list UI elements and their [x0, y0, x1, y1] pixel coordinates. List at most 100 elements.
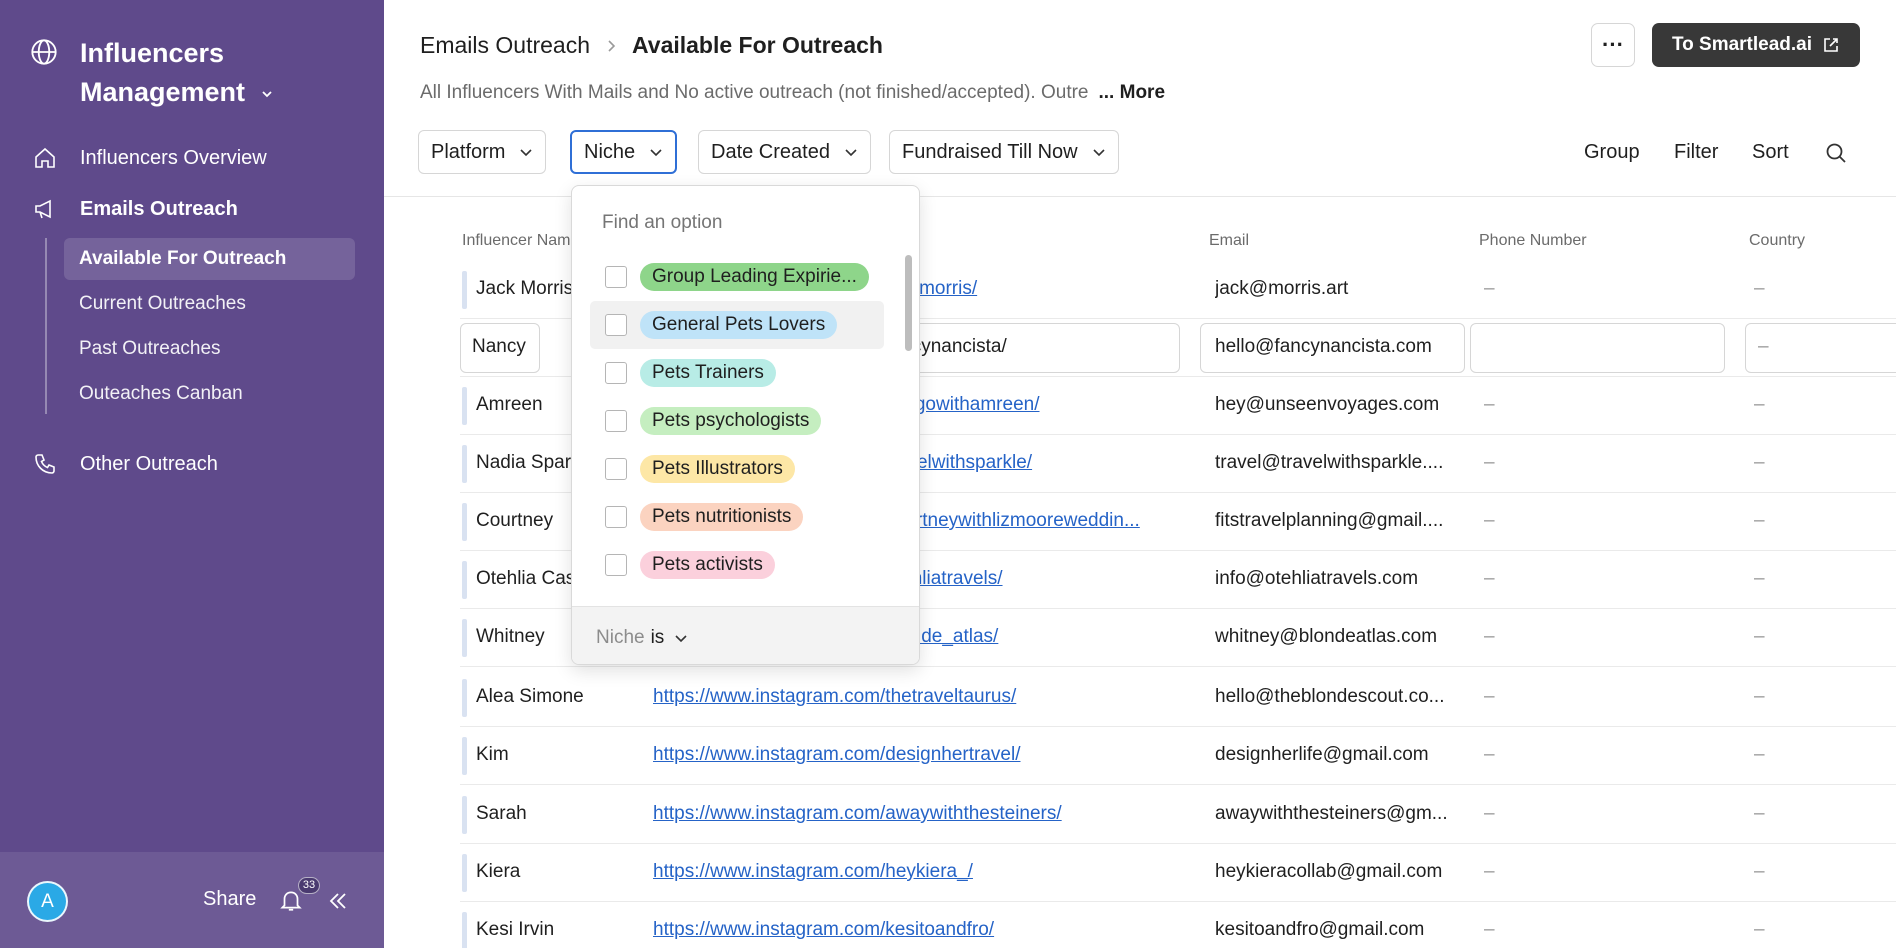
option-checkbox[interactable] [605, 410, 627, 432]
email-cell[interactable]: fitstravelplanning@gmail.... [1215, 510, 1470, 532]
phone-cell[interactable]: – [1484, 626, 1495, 648]
email-cell[interactable]: hello@fancynancista.com [1215, 336, 1460, 358]
option-checkbox[interactable] [605, 458, 627, 480]
email-cell[interactable]: heykieracollab@gmail.com [1215, 861, 1470, 883]
platform-filter-chip[interactable]: Platform [418, 130, 547, 174]
share-button[interactable]: Share [203, 888, 256, 911]
email-cell[interactable]: jack@morris.art [1215, 278, 1470, 300]
option-search-input[interactable] [602, 212, 882, 234]
option-checkbox[interactable] [605, 314, 627, 336]
phone-cell[interactable]: – [1484, 278, 1495, 300]
name-cell[interactable]: Sarah [476, 803, 646, 825]
option-pets-illustrators[interactable]: Pets Illustrators [590, 445, 884, 493]
column-header-country[interactable]: Country [1749, 232, 1805, 250]
option-checkbox[interactable] [605, 362, 627, 384]
phone-cell[interactable]: – [1484, 568, 1495, 590]
filter-button[interactable]: Filter [1674, 141, 1718, 164]
option-pets-activists[interactable]: Pets activists [590, 541, 884, 589]
option-pets-trainers[interactable]: Pets Trainers [590, 349, 884, 397]
email-cell[interactable]: kesitoandfro@gmail.com [1215, 919, 1470, 941]
country-cell[interactable]: – [1754, 278, 1765, 300]
phone-cell[interactable]: – [1484, 744, 1495, 766]
subnav-available-for-outreach[interactable]: Available For Outreach [64, 238, 355, 280]
nav-label: Emails Outreach [80, 197, 238, 220]
collapse-sidebar-icon[interactable] [326, 889, 350, 913]
niche-filter-chip[interactable]: Niche [570, 130, 678, 174]
sort-button[interactable]: Sort [1752, 141, 1789, 164]
name-cell[interactable]: Kim [476, 744, 646, 766]
search-icon[interactable] [1824, 141, 1848, 165]
name-cell[interactable]: Kiera [476, 861, 646, 883]
column-header-phone[interactable]: Phone Number [1479, 232, 1587, 250]
email-cell[interactable]: info@otehliatravels.com [1215, 568, 1470, 590]
country-cell[interactable]: – [1754, 452, 1765, 474]
column-header-name[interactable]: Influencer Name [462, 232, 579, 250]
dropdown-scrollbar[interactable] [905, 255, 912, 351]
link-cell[interactable]: https://www.instagram.com/heykiera_/ [653, 861, 1083, 883]
option-checkbox[interactable] [605, 266, 627, 288]
country-cell[interactable]: – [1754, 919, 1765, 941]
option-checkbox[interactable] [605, 506, 627, 528]
country-cell[interactable]: – [1754, 803, 1765, 825]
phone-cell[interactable]: – [1484, 510, 1495, 532]
email-cell[interactable]: whitney@blondeatlas.com [1215, 626, 1470, 648]
country-cell[interactable]: – [1754, 394, 1765, 416]
workspace-switcher[interactable]: Influencers Management [30, 34, 340, 112]
country-cell[interactable]: – [1754, 510, 1765, 532]
option-pets-psychologists[interactable]: Pets psychologists [590, 397, 884, 445]
to-smartlead-button[interactable]: To Smartlead.ai [1652, 23, 1860, 67]
table-row[interactable]: Sarah https://www.instagram.com/awaywith… [460, 786, 1896, 844]
more-link[interactable]: ... More [1099, 82, 1166, 104]
link-cell[interactable]: https://www.instagram.com/awaywiththeste… [653, 803, 1083, 825]
email-cell[interactable]: travel@travelwithsparkle.... [1215, 452, 1470, 474]
email-cell[interactable]: hello@theblondescout.co... [1215, 686, 1470, 708]
avatar[interactable]: A [27, 881, 68, 922]
phone-cell[interactable]: – [1484, 803, 1495, 825]
breadcrumb-parent[interactable]: Emails Outreach [420, 32, 590, 59]
phone-edit-box[interactable] [1470, 323, 1725, 373]
chevron-down-icon [1093, 149, 1105, 157]
table-row[interactable]: Kim https://www.instagram.com/designhert… [460, 727, 1896, 785]
country-cell[interactable]: – [1754, 861, 1765, 883]
country-cell[interactable]: – [1758, 336, 1769, 358]
country-cell[interactable]: – [1754, 626, 1765, 648]
option-pets-nutritionists[interactable]: Pets nutritionists [590, 493, 884, 541]
email-cell[interactable]: designherlife@gmail.com [1215, 744, 1470, 766]
fundraised-filter-chip[interactable]: Fundraised Till Now [889, 130, 1119, 174]
group-button[interactable]: Group [1584, 141, 1640, 164]
phone-cell[interactable]: – [1484, 686, 1495, 708]
subnav-past-outreaches[interactable]: Past Outreaches [64, 328, 355, 370]
column-header-email[interactable]: Email [1209, 232, 1249, 250]
chevron-down-icon [520, 149, 533, 157]
link-cell[interactable]: https://www.instagram.com/kesitoandfro/ [653, 919, 1083, 941]
phone-cell[interactable]: – [1484, 394, 1495, 416]
option-general-pets-lovers[interactable]: General Pets Lovers [590, 301, 884, 349]
country-cell[interactable]: – [1754, 744, 1765, 766]
date-created-filter-chip[interactable]: Date Created [698, 130, 871, 174]
filter-operator-selector[interactable]: Niche is [596, 627, 688, 649]
filter-condition-bar: Niche is [572, 606, 919, 664]
table-row[interactable]: Kiera https://www.instagram.com/heykiera… [460, 844, 1896, 902]
link-cell[interactable]: https://www.instagram.com/thetraveltauru… [653, 686, 1083, 708]
email-cell[interactable]: hey@unseenvoyages.com [1215, 394, 1470, 416]
option-checkbox[interactable] [605, 554, 627, 576]
country-cell[interactable]: – [1754, 686, 1765, 708]
link-cell[interactable]: https://www.instagram.com/designhertrave… [653, 744, 1083, 766]
subnav-current-outreaches[interactable]: Current Outreaches [64, 283, 355, 325]
more-options-button[interactable]: ··· [1591, 23, 1635, 67]
table-row[interactable]: Alea Simone https://www.instagram.com/th… [460, 669, 1896, 727]
phone-cell[interactable]: – [1484, 861, 1495, 883]
row-marker [462, 271, 467, 309]
phone-cell[interactable]: – [1484, 452, 1495, 474]
option-group-leading[interactable]: Group Leading Expirie... [590, 253, 884, 301]
email-cell[interactable]: awaywiththesteiners@gm... [1215, 803, 1470, 825]
subnav-outeaches-canban[interactable]: Outeaches Canban [64, 373, 355, 415]
country-cell[interactable]: – [1754, 568, 1765, 590]
name-cell[interactable]: Alea Simone [476, 686, 646, 708]
name-cell[interactable]: Kesi Irvin [476, 919, 646, 941]
workspace-title: Influencers Management [80, 34, 340, 112]
phone-cell[interactable]: – [1484, 919, 1495, 941]
name-cell[interactable]: Nancy [472, 336, 526, 358]
table-row[interactable]: Kesi Irvin https://www.instagram.com/kes… [460, 902, 1896, 948]
row-marker [462, 796, 467, 834]
